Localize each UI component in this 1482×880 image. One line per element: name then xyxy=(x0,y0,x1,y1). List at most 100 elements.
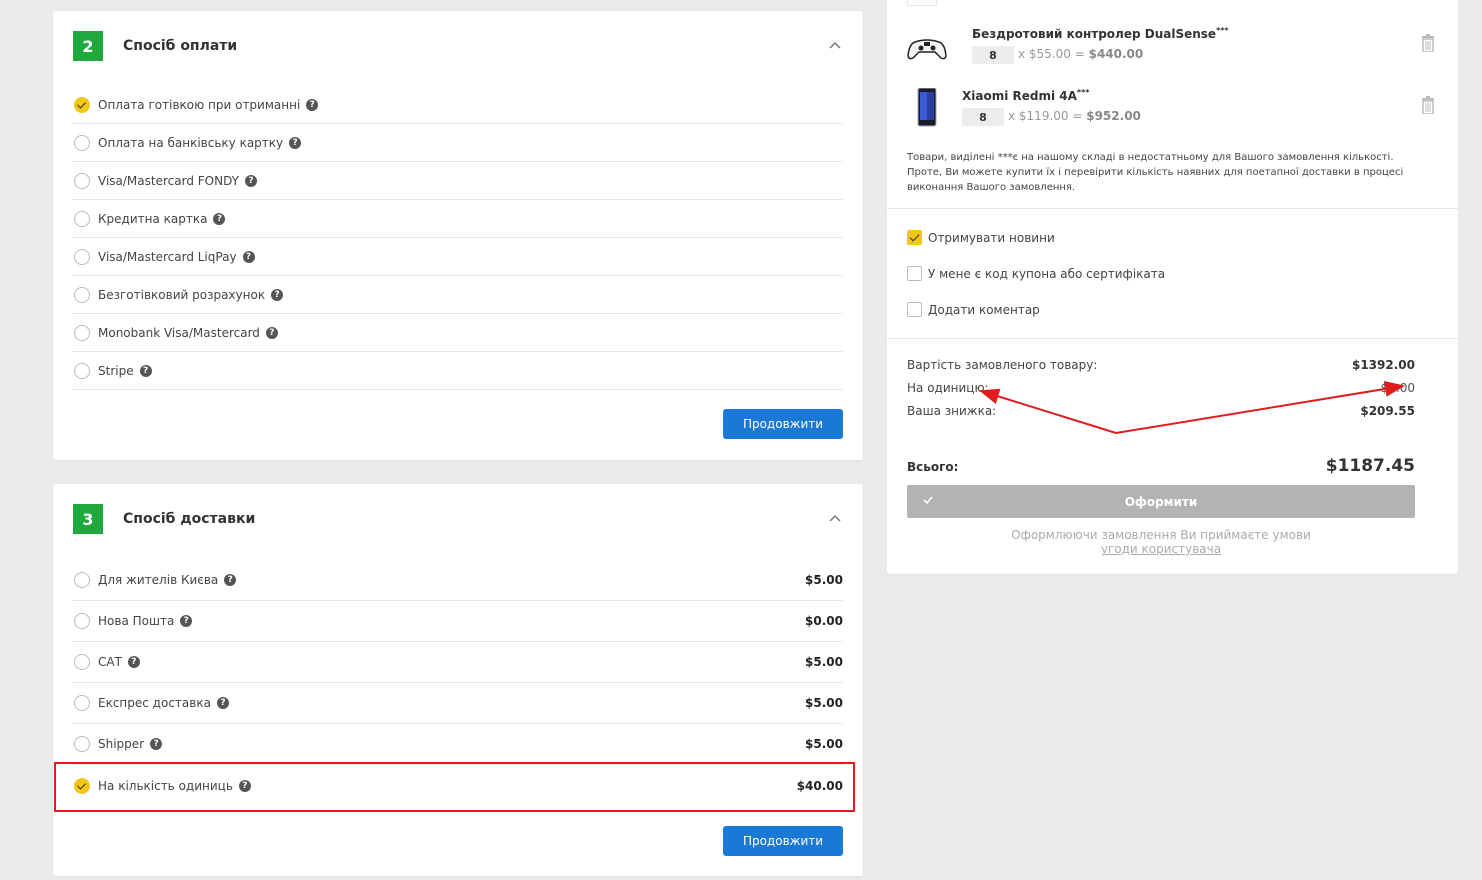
delivery-price: $0.00 xyxy=(805,614,843,628)
news-label: Отримувати новини xyxy=(928,230,1055,245)
divider xyxy=(887,208,1458,209)
step-number: 2 xyxy=(73,31,103,61)
help-icon[interactable]: ? xyxy=(224,574,237,586)
help-icon[interactable]: ? xyxy=(139,364,152,377)
delivery-option[interactable]: САТ ? $5.00 xyxy=(73,642,843,683)
help-icon[interactable]: ? xyxy=(289,136,302,149)
radio[interactable] xyxy=(74,613,90,629)
terms-sentence: Оформлюючи замовлення Ви приймаєте умови xyxy=(1011,528,1311,542)
help-icon[interactable]: ? xyxy=(150,738,163,750)
per-unit-row: На одиницю: $5.00 xyxy=(907,381,1415,395)
divider xyxy=(887,338,1458,339)
step-number: 3 xyxy=(73,504,103,534)
payment-option[interactable]: Visa/Mastercard FONDY ? xyxy=(73,162,843,200)
news-checkbox-row[interactable]: Отримувати новини xyxy=(907,230,1055,245)
payment-option-label: Monobank Visa/Mastercard xyxy=(98,325,260,340)
terms-text: Оформлюючи замовлення Ви приймаєте умови… xyxy=(907,528,1415,556)
delivery-section: 3 Спосіб доставки Для жителів Києва ? $5… xyxy=(53,484,863,876)
trash-icon[interactable] xyxy=(1421,34,1435,52)
help-icon[interactable]: ? xyxy=(245,174,257,187)
radio-selected[interactable] xyxy=(74,96,90,113)
product-name[interactable]: Бездротовий контролер DualSense*** xyxy=(972,26,1229,41)
delivery-header[interactable]: 3 Спосіб доставки xyxy=(73,504,255,534)
continue-button[interactable]: Продовжити xyxy=(723,826,843,856)
payment-option-label: Кредитна картка xyxy=(98,211,208,226)
radio[interactable] xyxy=(74,362,90,379)
payment-header[interactable]: 2 Спосіб оплати xyxy=(73,31,237,61)
payment-option[interactable]: Кредитна картка ? xyxy=(73,200,843,238)
chevron-up-icon[interactable] xyxy=(829,39,841,51)
radio[interactable] xyxy=(74,695,90,711)
payment-option-label: Оплата на банківську картку xyxy=(98,135,284,150)
discount-row: Ваша знижка: $209.55 xyxy=(907,404,1415,418)
delivery-option-label: САТ xyxy=(98,655,122,669)
help-icon[interactable]: ? xyxy=(271,288,284,301)
radio[interactable] xyxy=(74,324,90,341)
payment-option-label: Stripe xyxy=(98,363,134,378)
radio[interactable] xyxy=(74,134,90,151)
cart-item: Xiaomi Redmi 4A*** 8 x $119.00 = $952.00 xyxy=(907,88,1438,132)
goods-cost-value: $1392.00 xyxy=(1351,358,1415,372)
coupon-label: У мене є код купона або сертифіката xyxy=(928,266,1166,281)
help-icon[interactable]: ? xyxy=(265,326,278,339)
comment-checkbox-row[interactable]: Додати коментар xyxy=(907,302,1040,317)
payment-option[interactable]: Stripe ? xyxy=(73,352,843,390)
delivery-option[interactable]: Для жителів Києва ? $5.00 xyxy=(73,560,843,601)
radio[interactable] xyxy=(74,736,90,752)
delivery-option[interactable]: Shipper ? $5.00 xyxy=(73,724,843,765)
radio[interactable] xyxy=(74,172,90,189)
product-name[interactable]: Xiaomi Redmi 4A*** xyxy=(962,88,1089,103)
highlight-annotation xyxy=(54,762,855,812)
payment-option[interactable]: Visa/Mastercard LiqPay ? xyxy=(73,238,843,276)
delivery-option[interactable]: Експрес доставка ? $5.00 xyxy=(73,683,843,724)
trash-icon[interactable] xyxy=(1421,96,1435,114)
radio[interactable] xyxy=(74,572,90,588)
payment-option-label: Безготівковий розрахунок xyxy=(98,287,266,302)
delivery-option-label: Експрес доставка xyxy=(98,696,211,710)
checkmark-icon xyxy=(923,496,933,505)
chevron-up-icon[interactable] xyxy=(829,512,841,524)
thumbnail-stub xyxy=(907,0,937,6)
checkout-label: Оформити xyxy=(1124,494,1198,509)
payment-option-label: Visa/Mastercard LiqPay xyxy=(98,249,237,264)
checkout-button[interactable]: Оформити xyxy=(907,485,1415,518)
radio[interactable] xyxy=(74,654,90,670)
help-icon[interactable]: ? xyxy=(180,615,193,627)
radio[interactable] xyxy=(74,286,90,303)
payment-section: 2 Спосіб оплати Оплата готівкою при отри… xyxy=(53,11,863,460)
radio[interactable] xyxy=(74,210,90,227)
comment-label: Додати коментар xyxy=(928,302,1040,317)
total-label: Всього: xyxy=(907,460,959,474)
help-icon[interactable]: ? xyxy=(127,656,140,668)
quantity-input[interactable]: 8 xyxy=(972,46,1014,64)
checkbox[interactable] xyxy=(907,266,922,281)
coupon-checkbox-row[interactable]: У мене є код купона або сертифіката xyxy=(907,266,1165,281)
delivery-option[interactable]: Нова Пошта ? $0.00 xyxy=(73,601,843,642)
checkbox[interactable] xyxy=(907,302,922,317)
goods-cost-row: Вартість замовленого товару: $1392.00 xyxy=(907,358,1415,372)
checkbox-checked[interactable] xyxy=(907,230,922,245)
continue-button[interactable]: Продовжити xyxy=(723,409,843,439)
payment-option[interactable]: Безготівковий розрахунок ? xyxy=(73,276,843,314)
section-title: Спосіб оплати xyxy=(123,38,238,54)
payment-option[interactable]: Monobank Visa/Mastercard ? xyxy=(73,314,843,352)
help-icon[interactable]: ? xyxy=(306,98,319,111)
section-title: Спосіб доставки xyxy=(123,511,256,527)
help-icon[interactable]: ? xyxy=(213,212,226,225)
gamepad-icon xyxy=(907,39,947,60)
radio[interactable] xyxy=(74,248,90,265)
per-unit-label: На одиницю: xyxy=(907,381,989,395)
line-price: x $55.00 = $440.00 xyxy=(1018,47,1144,61)
delivery-option-label: Shipper xyxy=(98,737,145,751)
payment-option-label: Оплата готівкою при отриманні xyxy=(98,97,301,112)
quantity-input[interactable]: 8 xyxy=(962,108,1004,126)
payment-option[interactable]: Оплата на банківську картку ? xyxy=(73,124,843,162)
terms-link[interactable]: угоди користувача xyxy=(1101,542,1221,556)
help-icon[interactable]: ? xyxy=(216,697,229,709)
help-icon[interactable]: ? xyxy=(242,250,255,263)
goods-cost-label: Вартість замовленого товару: xyxy=(907,358,1098,372)
delivery-price: $5.00 xyxy=(805,696,843,710)
payment-option[interactable]: Оплата готівкою при отриманні ? xyxy=(73,86,843,124)
stock-note: Товари, виділені ***є на нашому складі в… xyxy=(907,152,1404,193)
delivery-price: $5.00 xyxy=(805,737,843,751)
